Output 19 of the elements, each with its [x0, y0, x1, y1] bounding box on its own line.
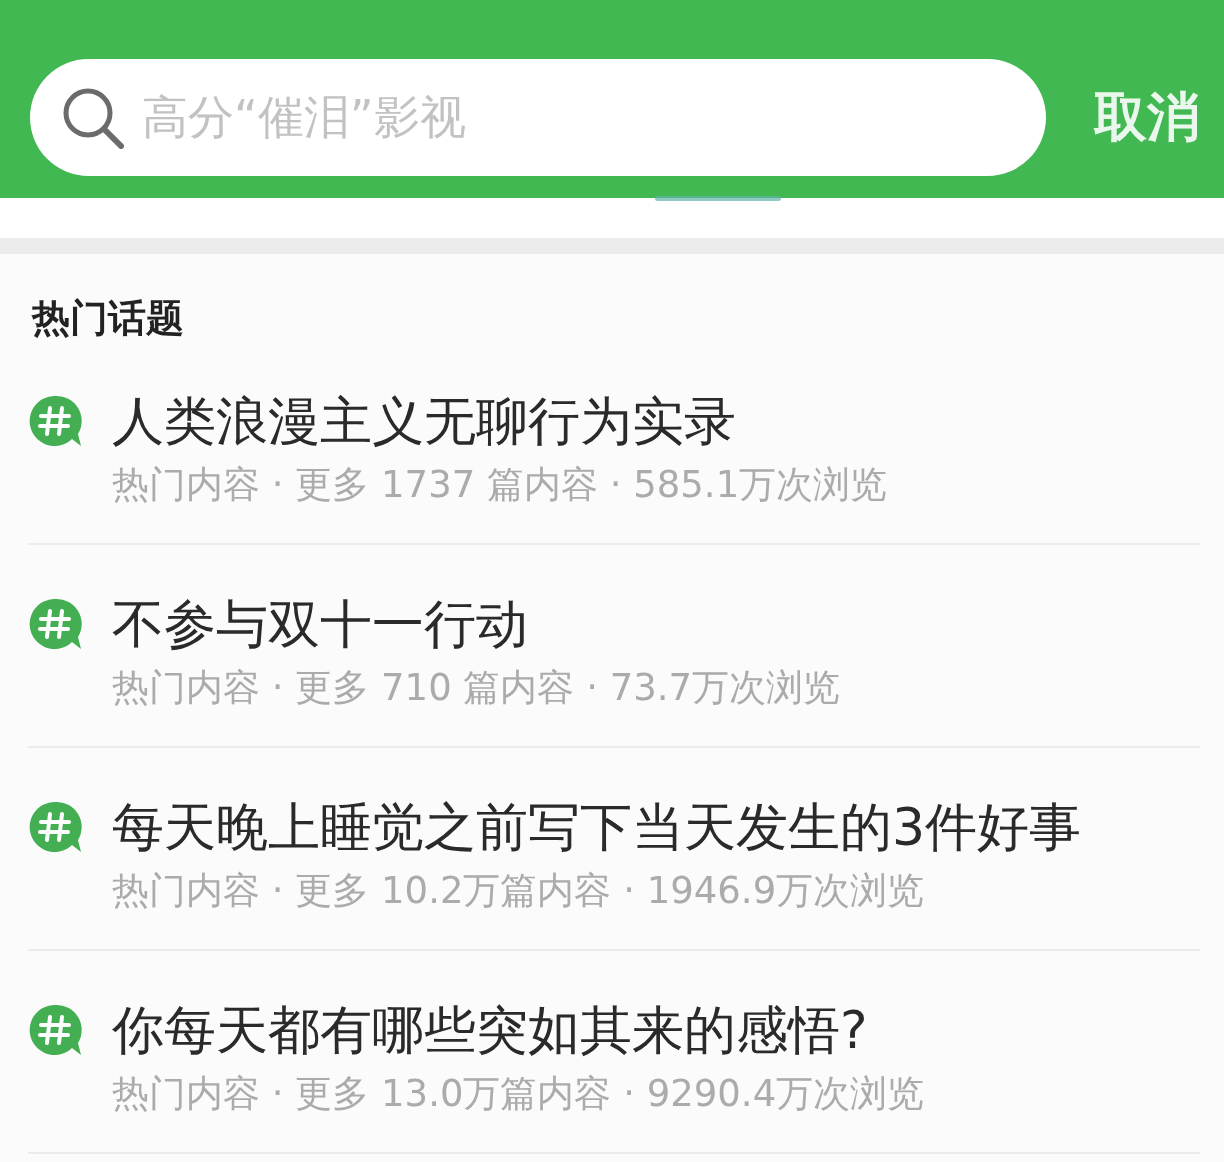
topic-meta: 热门内容 · 更多 10.2万篇内容 · 1946.9万次浏览 [112, 869, 926, 913]
hashtag-icon [28, 597, 82, 651]
topic-title: 你每天都有哪些突如其来的感悟? [112, 1000, 869, 1060]
topic-meta: 热门内容 · 更多 13.0万篇内容 · 9290.4万次浏览 [112, 1072, 925, 1116]
topic-item[interactable]: 人类浪漫主义无聊行为实录 热门内容 · 更多 1737 篇内容 · 585.1万次浏览 [28, 342, 1200, 545]
hashtag-icon [28, 394, 82, 448]
search-field[interactable]: 高分“催泪”影视 [30, 58, 1046, 176]
topic-title: 不参与双十一行动 [112, 594, 529, 654]
topic-item[interactable]: 不参与双十一行动 热门内容 · 更多 710 篇内容 · 73.7万次浏览 [28, 545, 1200, 748]
topic-title: 人类浪漫主义无聊行为实录 [112, 391, 737, 451]
topic-item[interactable]: 每天晚上睡觉之前写下当天发生的3件好事 热门内容 · 更多 10.2万篇内容 · 1946.9万次浏览 [28, 748, 1200, 951]
hashtag-icon [28, 1003, 82, 1057]
section-title: 热门话题 [32, 295, 184, 342]
search-icon [62, 86, 124, 149]
hashtag-icon [28, 800, 82, 854]
topic-item[interactable]: 你每天都有哪些突如其来的感悟? 热门内容 · 更多 13.0万篇内容 · 9290.4万次浏览 [28, 951, 1200, 1154]
topic-meta: 热门内容 · 更多 1737 篇内容 · 585.1万次浏览 [112, 463, 888, 507]
topic-meta: 热门内容 · 更多 710 篇内容 · 73.7万次浏览 [112, 666, 841, 710]
topic-title: 每天晚上睡觉之前写下当天发生的3件好事 [112, 797, 1082, 857]
